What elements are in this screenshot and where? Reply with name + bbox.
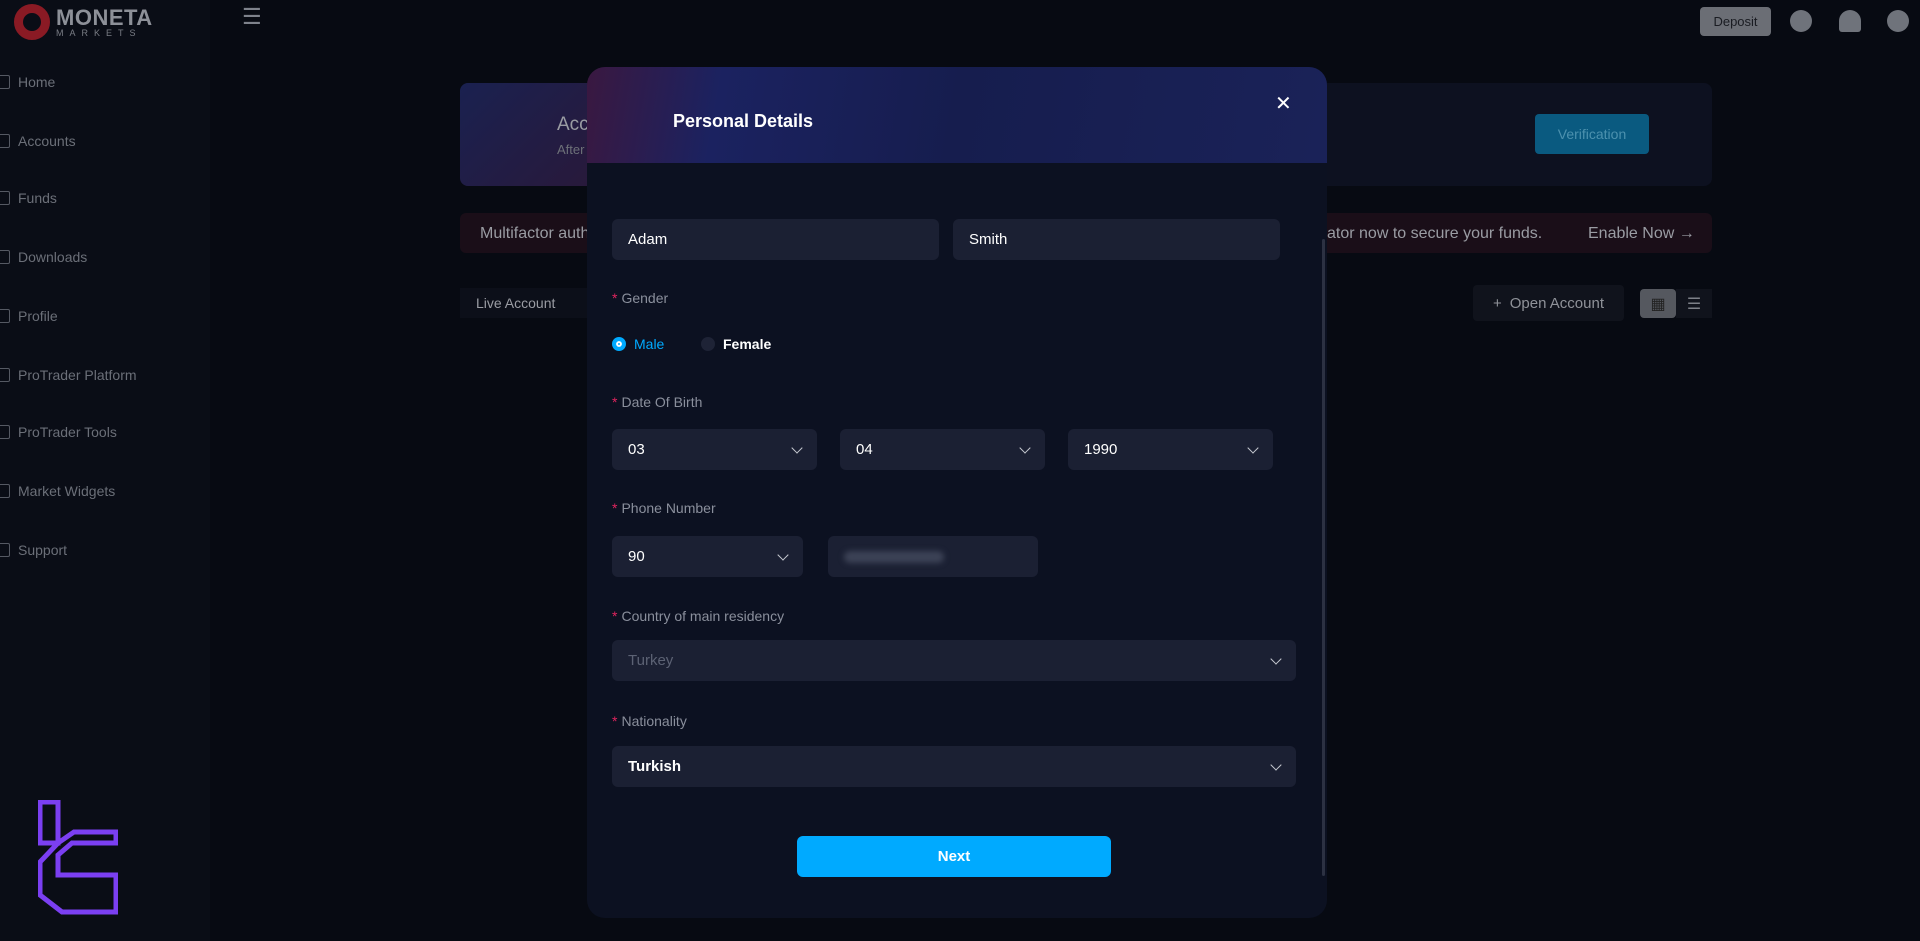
country-select[interactable]: Turkey (612, 640, 1296, 681)
label: Profile (18, 308, 58, 324)
widgets-icon (0, 484, 10, 498)
radio-female[interactable]: Female (701, 336, 771, 352)
next-button[interactable]: Next (797, 836, 1111, 877)
chevron-down-icon (1019, 441, 1031, 454)
mfa-text-right: ator now to secure your funds. (1327, 225, 1543, 242)
value: 03 (628, 441, 645, 458)
phone-code-select[interactable]: 90 (612, 536, 803, 577)
dob-label: * Date Of Birth (612, 394, 703, 410)
sidebar-item-home[interactable]: Home (0, 74, 55, 90)
label: Female (723, 336, 772, 352)
chevron-down-icon (791, 441, 803, 454)
dob-day-select[interactable]: 03 (612, 429, 817, 470)
personal-details-modal: Personal Details ✕ Adam Smith * Gender Ma… (587, 67, 1327, 918)
label: Market Widgets (18, 483, 116, 499)
radio-checked-icon (612, 337, 626, 351)
tab-live-account[interactable]: Live Account (460, 288, 590, 318)
dob-month-select[interactable]: 04 (840, 429, 1045, 470)
brand-sub: MARKETS (56, 27, 142, 38)
avatar-icon[interactable] (1887, 10, 1909, 32)
label: Downloads (18, 249, 88, 265)
modal-scrollbar[interactable] (1322, 239, 1325, 876)
first-name-input[interactable]: Adam (612, 219, 939, 260)
moneta-logo[interactable]: MONETA MARKETS (14, 4, 153, 40)
value: 90 (628, 548, 645, 565)
globe-icon[interactable] (1790, 10, 1812, 32)
label: Funds (18, 190, 57, 206)
watermark-logo (38, 800, 118, 915)
country-label: * Country of main residency (612, 608, 785, 624)
label: Accounts (18, 133, 76, 149)
chevron-down-icon (1270, 758, 1282, 771)
plus-icon: + (1493, 294, 1502, 312)
phone-label: * Phone Number (612, 500, 716, 516)
sidebar-item-profile[interactable]: Profile (0, 308, 58, 324)
sidebar-item-support[interactable]: Support (0, 542, 67, 558)
support-icon (0, 543, 10, 557)
open-account-button[interactable]: + Open Account (1473, 285, 1624, 321)
chevron-down-icon (777, 548, 789, 561)
list-view-icon[interactable]: ☰ (1676, 289, 1712, 318)
enable-now-link[interactable]: Enable Now → (1588, 225, 1695, 243)
label: Support (18, 542, 68, 558)
chevron-down-icon (1247, 441, 1259, 454)
home-icon (0, 75, 10, 89)
value: 04 (856, 441, 873, 458)
sidebar-item-accounts[interactable]: Accounts (0, 133, 76, 149)
phone-number-input[interactable] (828, 536, 1038, 577)
sidebar-item-protrader-tools[interactable]: ProTrader Tools (0, 424, 117, 440)
value: Adam (628, 231, 668, 248)
nationality-select[interactable]: Turkish (612, 746, 1296, 787)
redacted-phone (844, 550, 944, 563)
value: Smith (969, 231, 1008, 248)
value: Turkey (628, 652, 674, 669)
value: 1990 (1084, 441, 1118, 458)
value: Turkish (628, 758, 682, 775)
last-name-input[interactable]: Smith (953, 219, 1280, 260)
label: Open Account (1509, 294, 1604, 312)
banner-subtitle: After (557, 142, 585, 157)
platform-icon (0, 368, 10, 382)
grid-view-icon[interactable]: ▦ (1640, 289, 1676, 318)
sidebar-item-market-widgets[interactable]: Market Widgets (0, 483, 115, 499)
tools-icon (0, 425, 10, 439)
menu-toggle-icon[interactable]: ☰ (242, 4, 262, 30)
label: ProTrader Platform (18, 367, 137, 383)
radio-male[interactable]: Male (612, 336, 664, 352)
label: Home (18, 74, 56, 90)
radio-unchecked-icon (701, 337, 715, 351)
banner-title: Acc (557, 114, 589, 135)
sidebar: MONETA MARKETS Home Accounts Funds Downlo… (0, 0, 210, 941)
mfa-text-left: Multifactor auth (480, 225, 590, 242)
bell-icon[interactable] (1839, 10, 1861, 32)
verification-button[interactable]: Verification (1535, 114, 1649, 154)
gender-label: * Gender (612, 290, 669, 306)
nationality-label: * Nationality (612, 713, 687, 729)
funds-icon (0, 191, 10, 205)
brand-name: MONETA (56, 4, 153, 30)
sidebar-item-protrader-platform[interactable]: ProTrader Platform (0, 367, 137, 383)
chevron-down-icon (1270, 652, 1282, 665)
label: ProTrader Tools (18, 424, 117, 440)
logo-icon (14, 4, 50, 40)
deposit-button[interactable]: Deposit (1700, 7, 1771, 36)
dob-year-select[interactable]: 1990 (1068, 429, 1273, 470)
label: Male (634, 336, 665, 352)
profile-icon (0, 309, 10, 323)
download-icon (0, 250, 10, 264)
sidebar-item-downloads[interactable]: Downloads (0, 249, 87, 265)
sidebar-item-funds[interactable]: Funds (0, 190, 57, 206)
accounts-icon (0, 134, 10, 148)
close-icon[interactable]: ✕ (1275, 91, 1292, 116)
modal-title: Personal Details (673, 111, 814, 131)
